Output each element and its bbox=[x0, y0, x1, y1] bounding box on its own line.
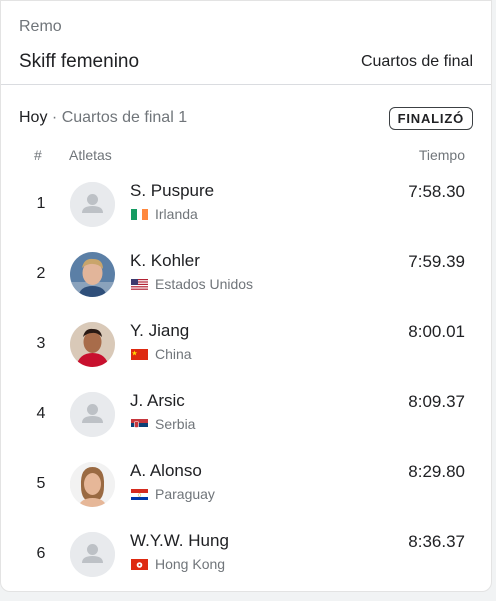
paraguay-flag-icon bbox=[131, 488, 148, 500]
athlete-name: K. Kohler bbox=[130, 251, 200, 270]
heat-info: Hoy · Cuartos de final 1 bbox=[19, 109, 187, 127]
time-value: 7:58.30 bbox=[408, 182, 465, 201]
athlete-avatar-photo bbox=[70, 322, 115, 367]
event-header[interactable]: Remo Skiff femenino Cuartos de final bbox=[1, 1, 491, 85]
athlete-avatar-photo bbox=[70, 252, 115, 297]
hong-kong-flag-icon bbox=[131, 558, 148, 570]
serbia-flag-icon bbox=[131, 418, 148, 430]
rank-value: 5 bbox=[36, 475, 46, 492]
time-column-header: Tiempo bbox=[418, 147, 465, 163]
time-value: 7:59.39 bbox=[408, 252, 465, 271]
time-value: 8:09.37 bbox=[408, 392, 465, 411]
athlete-avatar-photo bbox=[70, 462, 115, 507]
results-card: Remo Skiff femenino Cuartos de final Hoy… bbox=[0, 0, 492, 592]
rank-value: 2 bbox=[36, 265, 46, 282]
athlete-name: A. Alonso bbox=[130, 461, 202, 480]
result-row[interactable]: 6 W.Y.W. Hung Hong Kong 8:36.37 bbox=[1, 521, 491, 591]
country-name: China bbox=[155, 346, 192, 362]
heat-subheader: Hoy · Cuartos de final 1 FINALIZÓ bbox=[1, 105, 491, 131]
athlete-avatar-placeholder bbox=[70, 392, 115, 437]
athlete-name: Y. Jiang bbox=[130, 321, 190, 340]
athlete-name: S. Puspure bbox=[130, 181, 215, 200]
status-badge: FINALIZÓ bbox=[388, 106, 473, 130]
athlete-country: Hong Kong bbox=[131, 556, 225, 572]
athletes-column-header: Atletas bbox=[69, 147, 112, 163]
sport-label: Remo bbox=[19, 18, 62, 35]
athlete-country: Serbia bbox=[131, 416, 195, 432]
athlete-name: J. Arsic bbox=[130, 391, 185, 410]
result-row[interactable]: 1 S. Puspure Irlanda 7:58.30 bbox=[1, 171, 491, 241]
result-row[interactable]: 3 Y. Jiang China 8:00.01 bbox=[1, 311, 491, 381]
results-list: 1 S. Puspure Irlanda 7:58.30 2 K. Kohler… bbox=[1, 171, 491, 591]
country-name: Paraguay bbox=[155, 486, 215, 502]
country-name: Hong Kong bbox=[155, 556, 226, 572]
country-name: Serbia bbox=[155, 416, 196, 432]
heat-label: Cuartos de final 1 bbox=[61, 109, 188, 126]
ireland-flag-icon bbox=[131, 208, 148, 220]
event-name: Skiff femenino bbox=[19, 51, 140, 72]
round-label: Cuartos de final bbox=[360, 53, 473, 70]
time-value: 8:00.01 bbox=[408, 322, 465, 341]
rank-value: 6 bbox=[36, 545, 46, 562]
athlete-country: Paraguay bbox=[131, 486, 215, 502]
separator: · bbox=[51, 109, 58, 126]
rank-value: 1 bbox=[36, 195, 46, 212]
athlete-name: W.Y.W. Hung bbox=[130, 531, 229, 550]
result-row[interactable]: 5 A. Alonso Paraguay 8:29.80 bbox=[1, 451, 491, 521]
country-name: Irlanda bbox=[155, 206, 198, 222]
athlete-country: Estados Unidos bbox=[131, 276, 253, 292]
athlete-country: China bbox=[131, 346, 192, 362]
time-value: 8:36.37 bbox=[408, 532, 465, 551]
time-value: 8:29.80 bbox=[408, 462, 465, 481]
rank-value: 3 bbox=[36, 335, 46, 352]
athlete-avatar-placeholder bbox=[70, 182, 115, 227]
athlete-country: Irlanda bbox=[131, 206, 198, 222]
rank-value: 4 bbox=[36, 405, 46, 422]
china-flag-icon bbox=[131, 348, 148, 360]
event-row: Skiff femenino Cuartos de final bbox=[19, 51, 473, 73]
rank-column-header: # bbox=[34, 147, 42, 163]
result-row[interactable]: 2 K. Kohler Estados Unidos 7:59.39 bbox=[1, 241, 491, 311]
athlete-avatar-placeholder bbox=[70, 532, 115, 577]
day-label: Hoy bbox=[19, 109, 48, 126]
usa-flag-icon bbox=[131, 278, 148, 290]
column-headers: # Atletas Tiempo bbox=[1, 135, 491, 171]
result-row[interactable]: 4 J. Arsic Serbia 8:09.37 bbox=[1, 381, 491, 451]
country-name: Estados Unidos bbox=[155, 276, 254, 292]
